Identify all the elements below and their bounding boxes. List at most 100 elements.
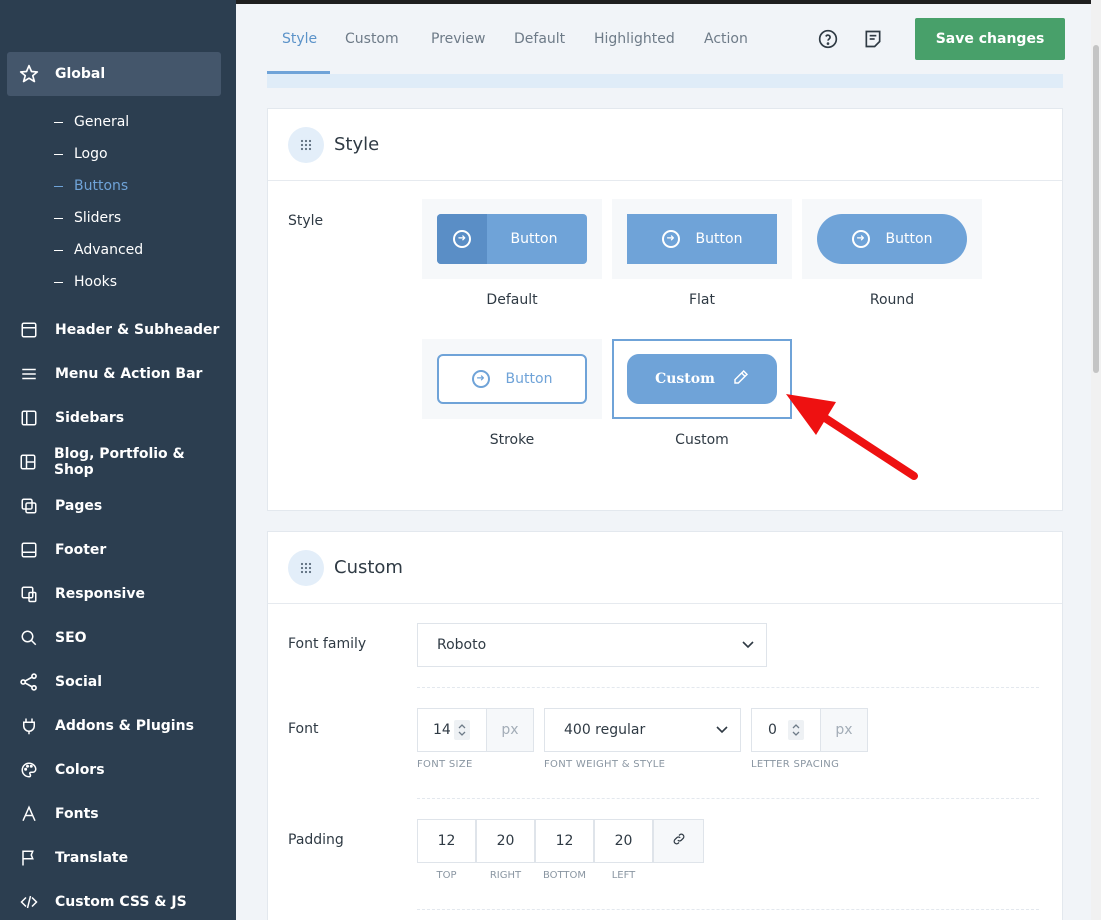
card-title: Custom [334, 557, 403, 578]
style-field-label: Style [288, 213, 324, 229]
scrollbar[interactable] [1091, 0, 1101, 920]
tab-default[interactable]: Default [514, 4, 565, 74]
spinner-icon[interactable] [454, 720, 470, 740]
sidebar-item-custom-css[interactable]: Custom CSS & JS [7, 880, 221, 920]
menu-icon [18, 363, 40, 385]
sidebar-sub-buttons[interactable]: Buttons [54, 170, 128, 202]
sidebar-item-pages[interactable]: Pages [7, 484, 221, 528]
arrow-circle-icon: ➜ [661, 230, 680, 248]
style-option-default[interactable]: ➜ Button [422, 199, 602, 279]
sidebar-item-footer[interactable]: Footer [7, 528, 221, 572]
help-icon[interactable] [817, 28, 839, 50]
arrow-circle-icon: ➜ [453, 230, 471, 248]
pencil-icon [733, 369, 749, 389]
font-size-input[interactable]: 14 [417, 708, 487, 752]
style-option-stroke[interactable]: ➜ Button [422, 339, 602, 419]
star-icon [18, 63, 40, 85]
sidebar: Global General Logo Buttons Sliders Adva… [0, 0, 236, 920]
style-option-custom[interactable]: Custom [612, 339, 792, 419]
code-icon [18, 891, 40, 913]
font-weight-caption: FONT WEIGHT & STYLE [544, 759, 666, 770]
font-size-caption: FONT SIZE [417, 759, 473, 770]
arrow-circle-icon: ➜ [471, 370, 490, 388]
sidebar-sub-advanced[interactable]: Advanced [54, 234, 143, 266]
padding-left-input[interactable]: 20 [594, 819, 653, 863]
tabs-bar: Style Custom Preview Default Highlighted… [236, 4, 1091, 74]
spinner-icon[interactable] [788, 720, 804, 740]
sidebar-item-global[interactable]: Global [7, 52, 221, 96]
flag-icon [18, 847, 40, 869]
padding-label: Padding [288, 832, 344, 848]
palette-icon [18, 759, 40, 781]
sidebar-sub-logo[interactable]: Logo [54, 138, 108, 170]
sidebar-item-header[interactable]: Header & Subheader [7, 308, 221, 352]
padding-right-input[interactable]: 20 [476, 819, 535, 863]
padding-left-caption: LEFT [611, 870, 636, 881]
sidebar-item-colors[interactable]: Colors [7, 748, 221, 792]
font-weight-select[interactable]: 400 regular [544, 708, 741, 752]
font-size-unit: px [486, 708, 534, 752]
sidebar-item-blog[interactable]: Blog, Portfolio & Shop [7, 440, 221, 484]
font-icon [18, 803, 40, 825]
style-option-flat[interactable]: ➜ Button [612, 199, 792, 279]
annotation-arrow [786, 394, 918, 480]
sidebar-item-translate[interactable]: Translate [7, 836, 221, 880]
divider [417, 909, 1039, 910]
style-card: Style [267, 108, 1063, 511]
sidebar-sub-hooks[interactable]: Hooks [54, 266, 117, 298]
tab-style[interactable]: Style [282, 4, 317, 74]
divider [417, 798, 1039, 799]
style-option-round[interactable]: ➜ Button [802, 199, 982, 279]
tab-action[interactable]: Action [704, 4, 748, 74]
scrollbar-thumb[interactable] [1093, 45, 1099, 373]
sidebar-item-menu[interactable]: Menu & Action Bar [7, 352, 221, 396]
drag-grid-icon [288, 126, 324, 163]
sidebar-item-fonts[interactable]: Fonts [7, 792, 221, 836]
letter-spacing-unit: px [820, 708, 868, 752]
padding-top-caption: TOP [436, 870, 457, 881]
demo-button-round: ➜ Button [817, 214, 967, 264]
style-caption-custom: Custom [675, 432, 729, 448]
arrow-circle-icon: ➜ [851, 230, 870, 248]
link-icon [672, 832, 686, 850]
font-label: Font [288, 721, 319, 737]
style-card-header: Style [268, 109, 1062, 181]
sidebar-item-responsive[interactable]: Responsive [7, 572, 221, 616]
padding-right-caption: RIGHT [489, 870, 522, 881]
style-caption-flat: Flat [688, 292, 715, 308]
sidebar-item-addons[interactable]: Addons & Plugins [7, 704, 221, 748]
sidebar-sub-general[interactable]: General [54, 106, 129, 138]
padding-top-input[interactable]: 12 [417, 819, 476, 863]
info-strip [267, 74, 1063, 88]
padding-bottom-input[interactable]: 12 [535, 819, 594, 863]
sidebar-sub-sliders[interactable]: Sliders [54, 202, 121, 234]
style-caption-default: Default [486, 292, 538, 308]
footer-icon [18, 539, 40, 561]
pages-icon [18, 495, 40, 517]
sidebar-item-seo[interactable]: SEO [7, 616, 221, 660]
font-family-select[interactable]: Roboto [417, 623, 767, 667]
notes-icon[interactable] [862, 28, 884, 50]
divider [417, 687, 1039, 688]
tab-custom[interactable]: Custom [345, 4, 399, 74]
sidebar-item-label: Global [55, 66, 106, 82]
share-icon [18, 671, 40, 693]
card-title: Style [334, 134, 380, 155]
chevron-down-icon [716, 722, 728, 738]
letter-spacing-caption: LETTER SPACING [751, 759, 840, 770]
sidebar-item-social[interactable]: Social [7, 660, 221, 704]
style-caption-stroke: Stroke [489, 432, 535, 448]
style-caption-round: Round [869, 292, 915, 308]
font-family-label: Font family [288, 636, 367, 652]
plug-icon [18, 715, 40, 737]
chevron-down-icon [742, 637, 754, 653]
sidebar-item-sidebars[interactable]: Sidebars [7, 396, 221, 440]
letter-spacing-input[interactable]: 0 [751, 708, 821, 752]
tab-highlighted[interactable]: Highlighted [594, 4, 675, 74]
tab-preview[interactable]: Preview [431, 4, 486, 74]
demo-button-flat: ➜ Button [627, 214, 777, 264]
header-icon [18, 319, 40, 341]
save-changes-button[interactable]: Save changes [915, 18, 1065, 60]
link-values-button[interactable] [653, 819, 704, 863]
drag-grid-icon [288, 549, 324, 586]
